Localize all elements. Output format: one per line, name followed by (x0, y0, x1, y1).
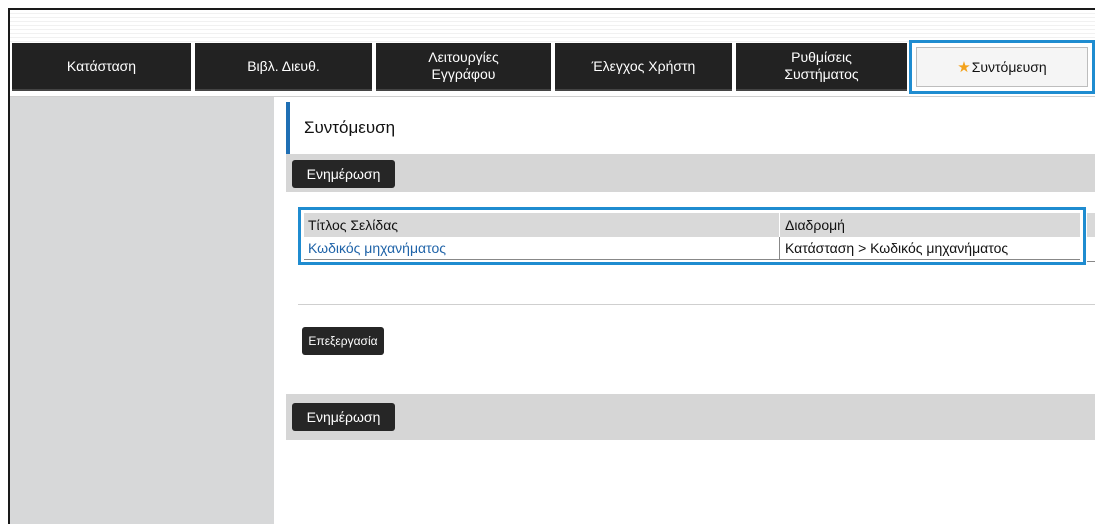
tab-address-book[interactable]: Βιβλ. Διευθ. (195, 43, 372, 91)
top-action-bar: Ενημέρωση (286, 154, 1095, 192)
update-button-bottom[interactable]: Ενημέρωση (292, 403, 395, 431)
app-frame: Κατάσταση Βιβλ. Διευθ. Λειτουργίες Εγγρά… (8, 8, 1095, 524)
tab-label: Ρυθμίσεις Συστήματος (784, 49, 859, 82)
tab-document-operations[interactable]: Λειτουργίες Εγγράφου (376, 43, 551, 91)
shortcut-table: Τίτλος Σελίδας Διαδρομή Κωδικός μηχανήμα… (298, 207, 1086, 265)
tab-status[interactable]: Κατάσταση (12, 43, 191, 91)
star-icon: ★ (957, 58, 971, 76)
main-content: Συντόμευση Ενημέρωση Τίτλος Σελίδας Διαδ… (274, 97, 1095, 524)
tab-label: Βιβλ. Διευθ. (247, 57, 320, 74)
bottom-action-bar: Ενημέρωση (286, 394, 1095, 440)
page-title: Συντόμευση (304, 118, 396, 137)
table-row: Κωδικός μηχανήματος Κατάσταση > Κωδικός … (304, 237, 1080, 260)
sidebar (10, 97, 274, 524)
column-header-path: Διαδρομή (785, 217, 845, 233)
tab-label: Έλεγχος Χρήστη (591, 57, 696, 74)
tab-shortcut[interactable]: ★ Συντόμευση (909, 40, 1095, 94)
column-header-page-title: Τίτλος Σελίδας (304, 213, 780, 237)
tab-system-settings[interactable]: Ρυθμίσεις Συστήματος (736, 43, 907, 91)
table-line-extension (1087, 261, 1095, 262)
page-title-link[interactable]: Κωδικός μηχανήματος (304, 237, 780, 259)
edit-button[interactable]: Επεξεργασία (302, 327, 384, 355)
tab-label: Λειτουργίες Εγγράφου (428, 49, 499, 82)
tab-user-control[interactable]: Έλεγχος Χρήστη (555, 43, 732, 91)
update-button-top[interactable]: Ενημέρωση (292, 160, 395, 188)
page-title-bar: Συντόμευση (286, 102, 1095, 155)
path-cell: Κατάσταση > Κωδικός μηχανήματος (785, 240, 1009, 256)
main-tabs: Κατάσταση Βιβλ. Διευθ. Λειτουργίες Εγγρά… (12, 40, 1095, 96)
section-separator (298, 304, 1095, 305)
tab-label: Κατάσταση (66, 57, 137, 74)
table-header-extension (1087, 213, 1095, 237)
table-header: Τίτλος Σελίδας Διαδρομή (304, 213, 1080, 237)
tab-label: Συντόμευση (971, 58, 1047, 75)
top-band (10, 10, 1095, 44)
tab-shortcut-inner: ★ Συντόμευση (916, 47, 1088, 87)
